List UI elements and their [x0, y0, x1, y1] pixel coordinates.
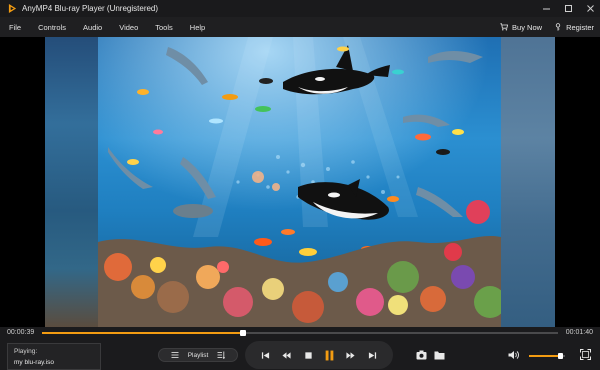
open-folder-icon	[434, 351, 444, 359]
menu-bar: File Controls Audio Video Tools Help Buy…	[0, 17, 600, 37]
register-label: Register	[566, 22, 594, 32]
pause-icon	[325, 350, 334, 360]
snapshot-button[interactable]	[415, 349, 427, 360]
buy-now-label: Buy Now	[512, 22, 543, 32]
skip-previous-icon	[262, 351, 270, 359]
menu-file[interactable]: File	[0, 23, 29, 32]
seek-row: 00:00:39 00:01:40	[0, 327, 600, 339]
menu-help[interactable]: Help	[181, 23, 213, 32]
video-frame	[98, 37, 501, 327]
seek-bar-progress	[42, 332, 244, 334]
list-icon	[171, 352, 179, 358]
volume-slider[interactable]	[529, 353, 565, 359]
skip-next-icon	[368, 351, 376, 359]
playlist-button[interactable]: Playlist	[158, 348, 238, 362]
blurred-side-right	[500, 37, 555, 327]
title-bar: AnyMP4 Blu-ray Player (Unregistered)	[0, 0, 600, 17]
stop-icon	[305, 351, 312, 359]
minimize-icon[interactable]	[540, 2, 552, 14]
close-icon[interactable]	[584, 2, 596, 14]
blurred-side-left	[45, 37, 100, 327]
menu-controls[interactable]: Controls	[29, 23, 74, 32]
skip-next-button[interactable]	[366, 349, 378, 361]
video-display[interactable]	[0, 37, 600, 327]
skip-previous-button[interactable]	[260, 349, 272, 361]
transport-controls	[245, 341, 393, 369]
cart-icon	[500, 23, 509, 31]
window-title: AnyMP4 Blu-ray Player (Unregistered)	[22, 4, 159, 13]
snapshot-icon	[416, 350, 426, 359]
seek-bar-thumb[interactable]	[240, 330, 247, 336]
fast-forward-button[interactable]	[345, 349, 357, 361]
menu-video[interactable]: Video	[110, 23, 146, 32]
rewind-button[interactable]	[281, 349, 293, 361]
control-bar: Playing: my blu-ray.iso Playlist	[0, 340, 600, 370]
fullscreen-icon[interactable]	[580, 349, 591, 360]
seek-bar[interactable]	[42, 330, 558, 336]
volume-icon[interactable]	[508, 350, 520, 360]
window-controls	[540, 2, 596, 14]
maximize-icon[interactable]	[562, 2, 574, 14]
menu-audio[interactable]: Audio	[74, 23, 110, 32]
now-playing-file: my blu-ray.iso	[14, 359, 54, 366]
rewind-icon	[282, 351, 292, 359]
menu-tools[interactable]: Tools	[146, 23, 181, 32]
register-button[interactable]: Register	[554, 23, 594, 32]
now-playing-label: Playing:	[14, 348, 38, 355]
open-folder-button[interactable]	[433, 349, 445, 360]
volume-slider-thumb[interactable]	[557, 353, 563, 359]
buy-now-button[interactable]: Buy Now	[500, 23, 542, 32]
playlist-label: Playlist	[187, 351, 209, 359]
pause-button[interactable]	[324, 349, 336, 361]
total-time: 00:01:40	[565, 329, 593, 336]
volume-level	[529, 355, 560, 357]
now-playing-panel: Playing: my blu-ray.iso	[7, 343, 101, 370]
stop-button[interactable]	[302, 349, 314, 361]
app-logo-icon	[8, 4, 17, 13]
key-icon	[555, 23, 561, 31]
current-time: 00:00:39	[7, 329, 35, 336]
fast-forward-icon	[346, 351, 356, 359]
sort-list-icon[interactable]	[217, 351, 226, 359]
